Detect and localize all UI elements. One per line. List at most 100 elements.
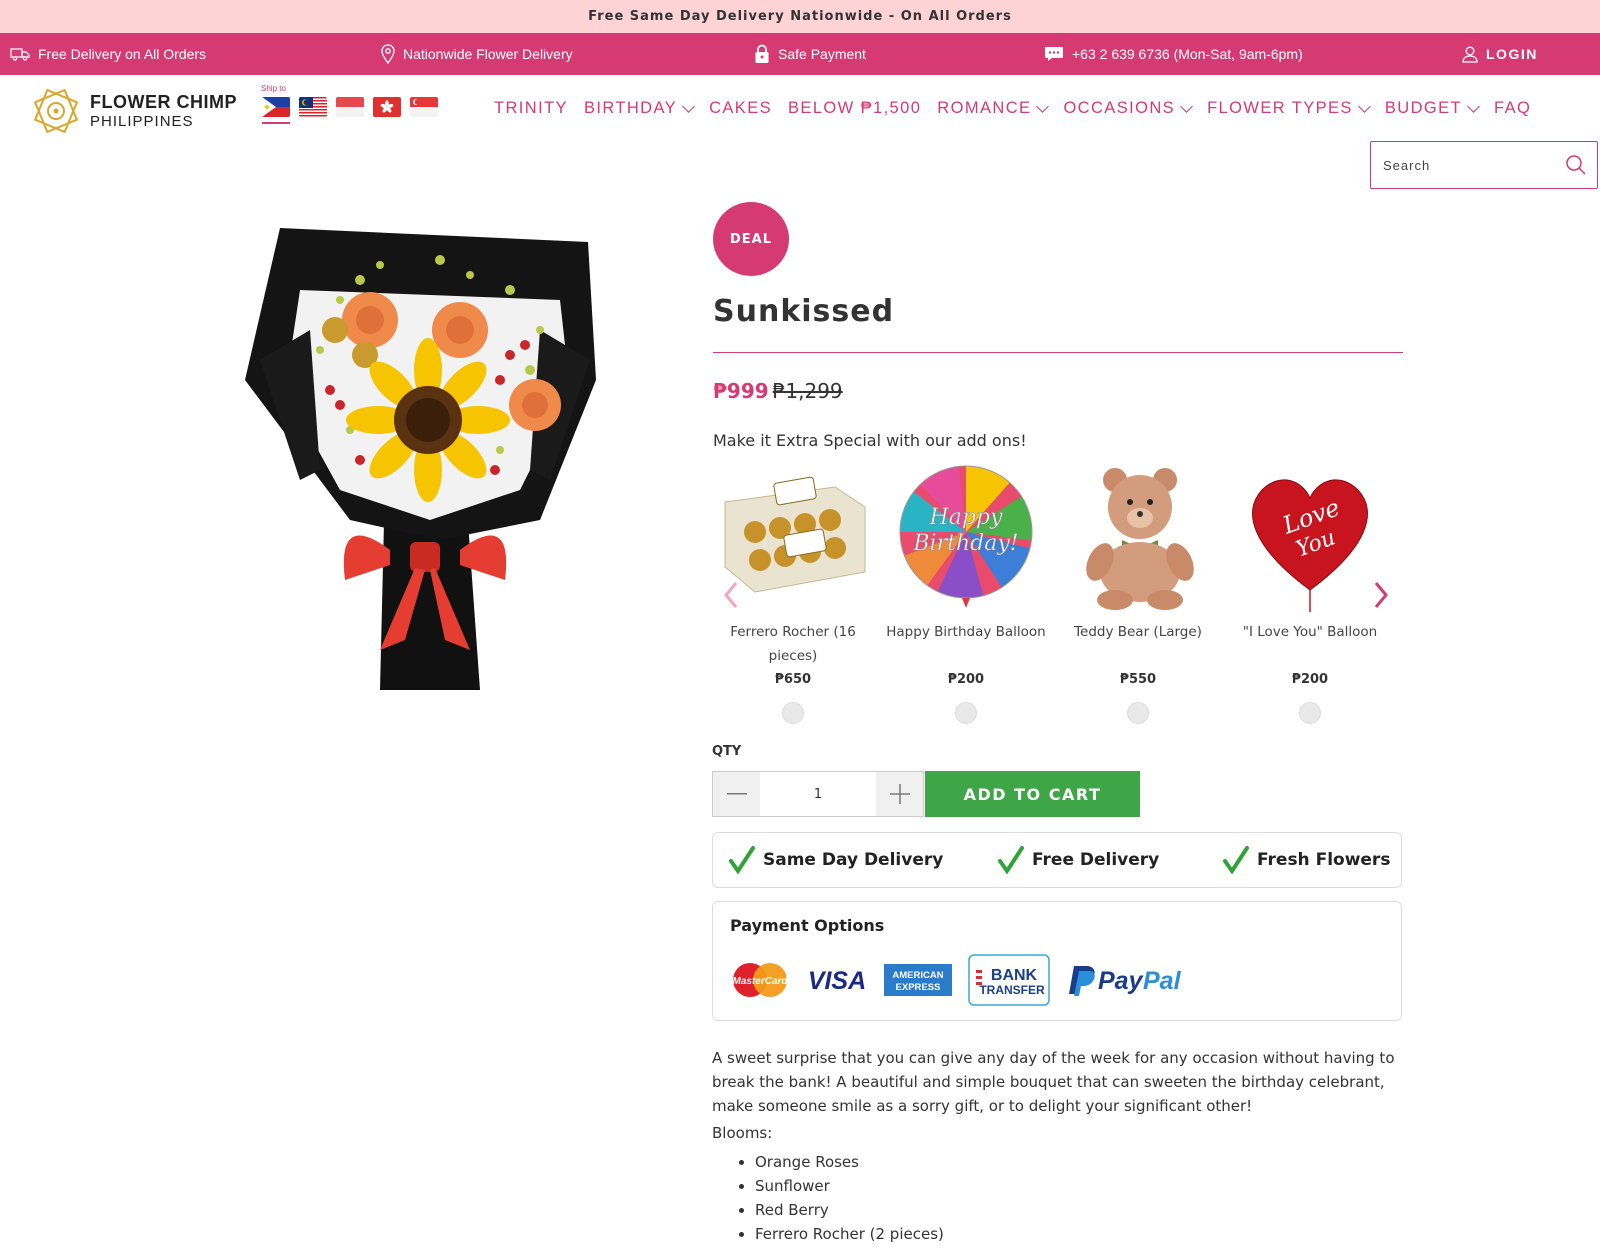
benefits-box: Same Day Delivery Free Delivery Fresh Fl… <box>712 832 1402 888</box>
visa-text: VISA <box>808 967 866 995</box>
login-label: LOGIN <box>1486 46 1538 62</box>
payment-logos: MasterCard VISA AMERICAN EXPRESS BANK TR… <box>730 954 1194 1006</box>
chevron-down-icon <box>1467 99 1480 113</box>
svg-text:Birthday!: Birthday! <box>912 531 1018 556</box>
deal-badge: DEAL <box>713 202 789 276</box>
ship-to-label: Ship to <box>261 84 286 93</box>
carousel-next-icon[interactable] <box>1372 580 1390 610</box>
info-bar: Free Delivery on All Orders Nationwide F… <box>0 33 1600 75</box>
addon-price: ₱200 <box>1291 672 1329 687</box>
bank-text: BANK <box>991 967 1038 984</box>
benefit-item: Free Delivery <box>998 833 1159 887</box>
nav-item-below-1500[interactable]: BELOW ₱1,500 <box>788 99 921 118</box>
chevron-down-icon <box>1180 99 1193 113</box>
bank-transfer-logo: BANK TRANSFER <box>968 954 1050 1006</box>
addon-card[interactable]: Happy Birthday! Happy Birthday Balloon ₱… <box>886 462 1046 724</box>
logo-line1: FLOWER CHIMP <box>90 92 237 113</box>
nav-item-occasions[interactable]: OCCASIONS <box>1063 99 1193 118</box>
phone-text: +63 2 639 6736 (Mon-Sat, 9am-6pm) <box>1072 46 1303 62</box>
amex-logo: AMERICAN EXPRESS <box>884 964 952 996</box>
sale-price: ₱999 <box>713 379 769 403</box>
qty-value[interactable]: 1 <box>760 772 876 816</box>
search-input[interactable] <box>1383 157 1553 173</box>
mastercard-text: MasterCard <box>732 976 788 987</box>
qty-increase-button[interactable] <box>876 772 923 816</box>
country-selector <box>262 97 438 117</box>
quantity-stepper: 1 <box>712 771 924 817</box>
qty-decrease-button[interactable] <box>713 772 760 816</box>
search-icon[interactable] <box>1565 154 1587 176</box>
benefit-label: Fresh Flowers <box>1257 850 1391 870</box>
nav-label: BIRTHDAY <box>583 99 678 117</box>
mastercard-logo: MasterCard <box>732 963 788 997</box>
svg-text:Happy: Happy <box>929 505 1003 530</box>
original-price: ₱1,299 <box>772 379 843 403</box>
addon-name: Happy Birthday Balloon <box>886 624 1046 640</box>
addon-price: ₱200 <box>947 672 985 687</box>
product-title: Sunkissed <box>713 294 895 329</box>
product-description: A sweet surprise that you can give any d… <box>712 1046 1402 1246</box>
payment-options-box: Payment Options MasterCard VISA AMERICAN… <box>712 901 1402 1021</box>
list-item: Red Berry <box>755 1198 1402 1222</box>
safe-payment-info: Safe Payment <box>754 33 866 75</box>
addon-card[interactable]: Love You "I Love You" Balloon ₱200 <box>1230 462 1390 724</box>
bouquet-illustration <box>245 228 596 690</box>
addon-name: Ferrero Rocher (16 pieces) <box>730 624 856 664</box>
promo-text: Free Same Day Delivery Nationwide - On A… <box>588 9 1012 24</box>
blooms-list: Orange Roses Sunflower Red Berry Ferrero… <box>712 1150 1402 1246</box>
addon-select-radio[interactable] <box>782 702 804 724</box>
addons-heading: Make it Extra Special with our add ons! <box>713 431 1027 450</box>
amex-text-2: EXPRESS <box>896 982 941 993</box>
nav-item-faq[interactable]: FAQ <box>1494 99 1531 118</box>
nav-label: CAKES <box>709 99 773 117</box>
nav-label: BELOW ₱1,500 <box>788 99 922 117</box>
login-link[interactable]: LOGIN <box>1462 33 1538 75</box>
flower-logo-icon <box>33 88 79 134</box>
list-item: Orange Roses <box>755 1150 1402 1174</box>
paypal-logo: Pay Pal <box>1069 966 1182 996</box>
safe-payment-text: Safe Payment <box>778 46 866 62</box>
nav-label: ROMANCE <box>937 99 1032 117</box>
nav-item-cakes[interactable]: CAKES <box>709 99 772 118</box>
transfer-text: TRANSFER <box>979 983 1045 997</box>
singapore-flag[interactable] <box>410 97 438 117</box>
lock-icon <box>755 44 769 63</box>
nav-label: TRINITY <box>494 99 568 117</box>
user-icon <box>1462 46 1478 63</box>
benefit-label: Same Day Delivery <box>763 850 944 870</box>
hong-kong-flag[interactable] <box>373 97 401 117</box>
qty-label: QTY <box>712 744 742 759</box>
addon-select-radio[interactable] <box>955 702 977 724</box>
product-image <box>240 220 610 710</box>
addon-card[interactable]: Teddy Bear (Large) ₱550 <box>1058 462 1218 724</box>
nav-item-budget[interactable]: BUDGET <box>1384 99 1480 118</box>
header: FLOWER CHIMP PHILIPPINES Ship to TRINITY… <box>0 75 1600 195</box>
selected-flag-underline <box>262 122 290 124</box>
promo-bar: Free Same Day Delivery Nationwide - On A… <box>0 0 1600 33</box>
addon-name: Teddy Bear (Large) <box>1074 624 1202 640</box>
addon-select-radio[interactable] <box>1127 702 1149 724</box>
payment-title: Payment Options <box>730 916 885 935</box>
logo[interactable]: FLOWER CHIMP PHILIPPINES <box>28 83 237 139</box>
nav-item-romance[interactable]: ROMANCE <box>937 99 1050 118</box>
addon-select-radio[interactable] <box>1299 702 1321 724</box>
carousel-prev-icon[interactable] <box>722 580 740 610</box>
free-delivery-text: Free Delivery on All Orders <box>38 46 207 62</box>
malaysia-flag[interactable] <box>299 97 327 117</box>
chevron-down-icon <box>1357 99 1371 113</box>
add-to-cart-button[interactable]: ADD TO CART <box>925 771 1140 817</box>
checkmark-icon <box>1223 846 1249 874</box>
nationwide-text: Nationwide Flower Delivery <box>403 46 573 62</box>
nav-item-flower-types[interactable]: FLOWER TYPES <box>1207 99 1371 118</box>
nav-label: BUDGET <box>1384 99 1462 117</box>
nav-item-birthday[interactable]: BIRTHDAY <box>583 99 695 118</box>
nav-item-trinity[interactable]: TRINITY <box>494 99 568 118</box>
visa-logo: VISA <box>808 967 866 995</box>
title-divider <box>713 352 1403 353</box>
list-item: Sunflower <box>755 1174 1402 1198</box>
list-item: Ferrero Rocher (2 pieces) <box>755 1222 1402 1246</box>
plus-icon <box>889 784 910 804</box>
philippines-flag[interactable] <box>262 97 290 117</box>
heart-balloon-icon: Love You <box>1252 479 1368 612</box>
indonesia-flag[interactable] <box>336 97 364 117</box>
